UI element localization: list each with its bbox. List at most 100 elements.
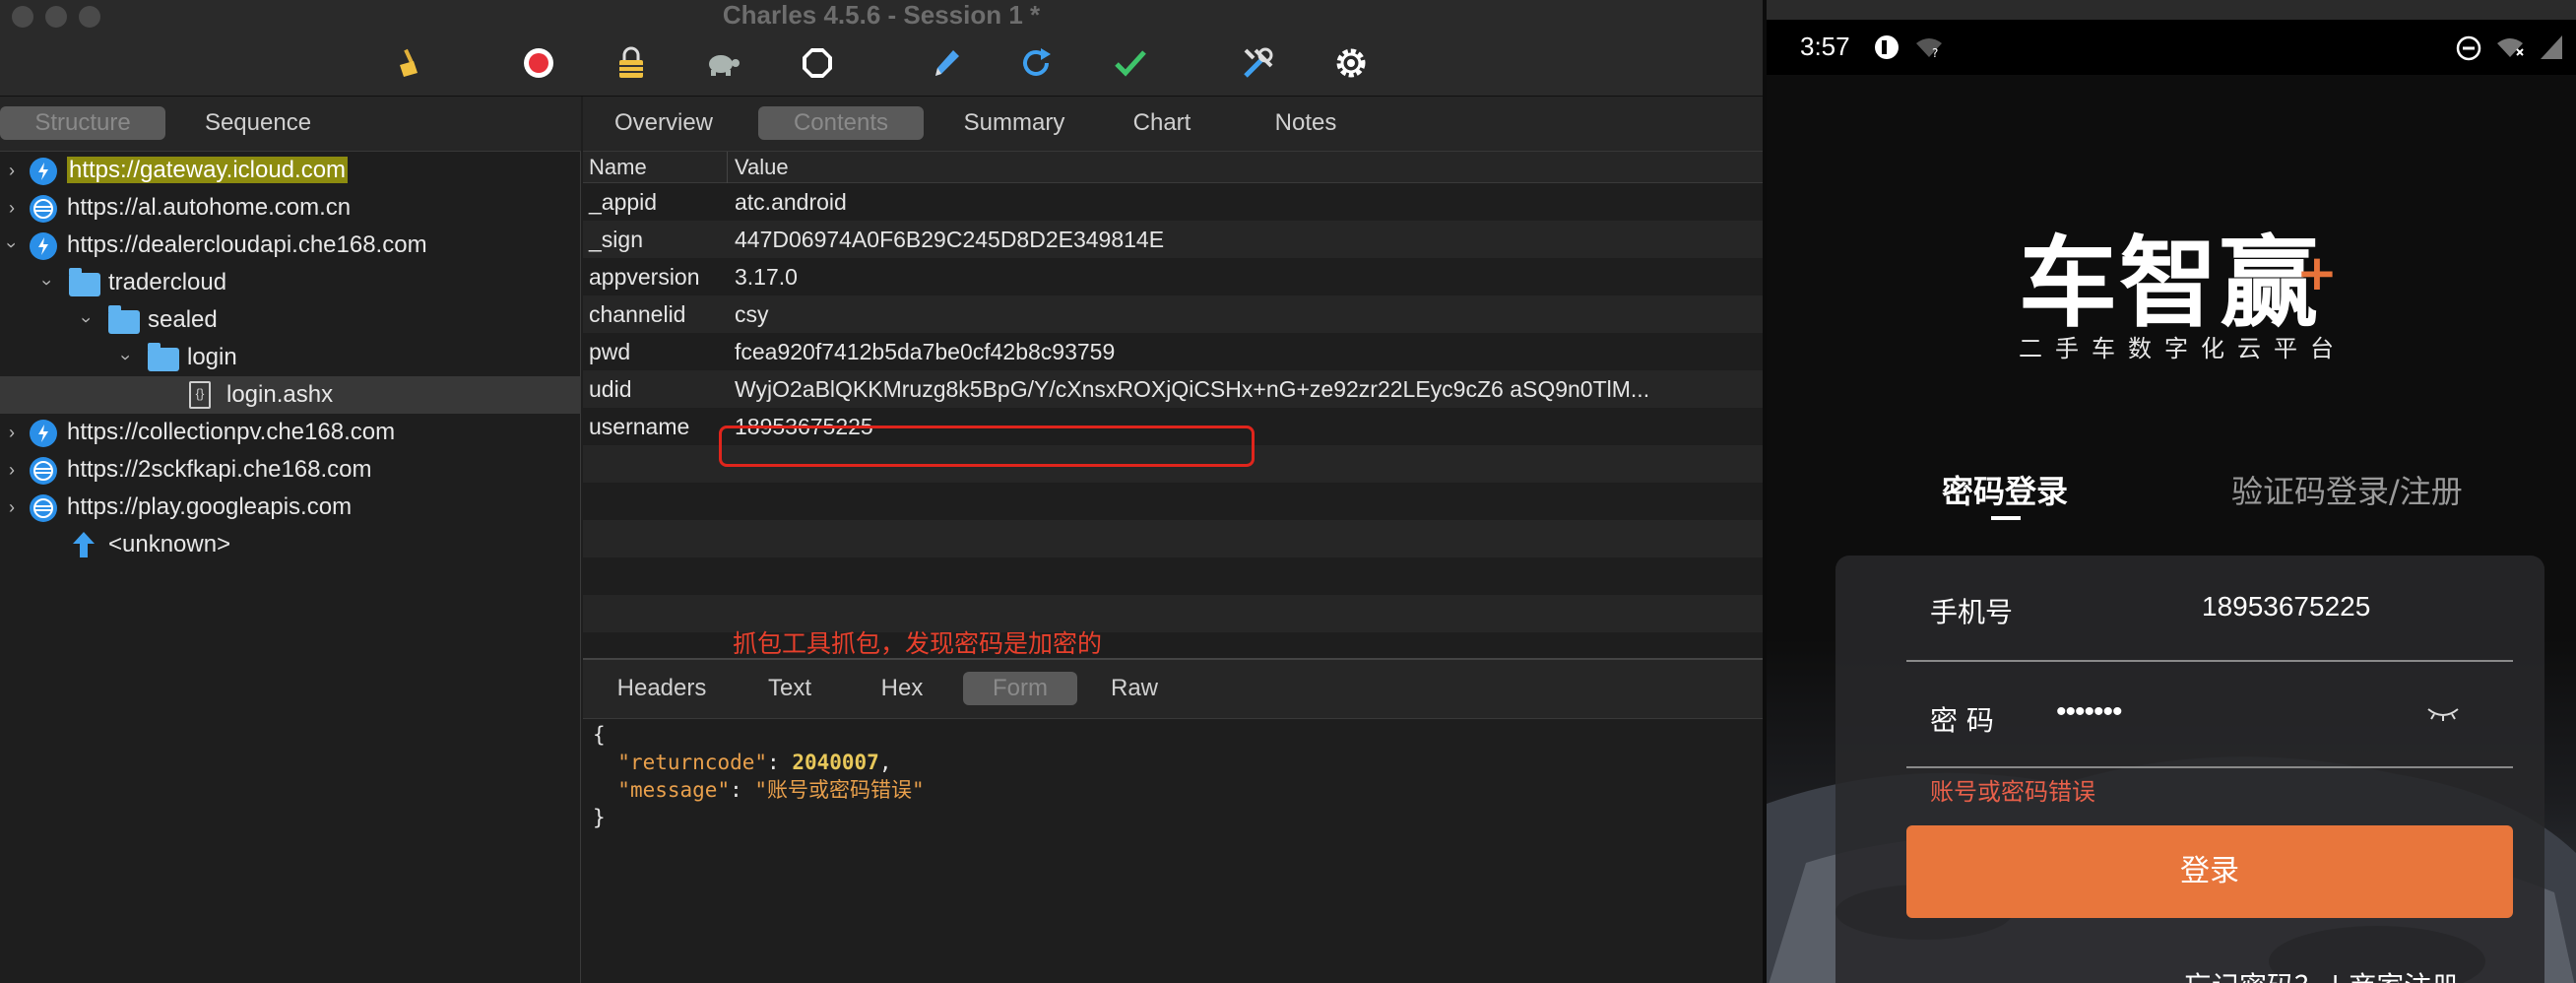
- folder-icon: [69, 268, 100, 296]
- tree-host-label: https://gateway.icloud.com: [67, 157, 349, 183]
- tree-folder-row[interactable]: › sealed: [0, 301, 581, 339]
- chevron-down-icon[interactable]: ›: [77, 310, 97, 330]
- tree-host-row[interactable]: › https://play.googleapis.com: [0, 489, 581, 526]
- tree-file-row[interactable]: {} login.ashx: [0, 376, 581, 414]
- table-row[interactable]: appversion 3.17.0: [583, 258, 1763, 295]
- stop-icon[interactable]: [798, 43, 837, 83]
- tree-host-label: https://dealercloudapi.che168.com: [67, 231, 427, 258]
- login-screen: 车智赢 + 二手车数字化云平台 密码登录 验证码登录/注册 手机号 189536…: [1767, 75, 2576, 983]
- tab-notes[interactable]: Notes: [1239, 106, 1373, 140]
- folder-icon: [108, 305, 140, 334]
- column-name-header[interactable]: Name: [589, 152, 647, 183]
- table-row[interactable]: udid WyjO2aBlQKKMruzg8k5BpG/Y/cXnsxROXjQ…: [583, 370, 1763, 408]
- record-icon[interactable]: [519, 43, 558, 83]
- chevron-right-icon[interactable]: ›: [2, 423, 22, 442]
- password-input[interactable]: •••••••: [2056, 695, 2123, 729]
- tree-folder-row[interactable]: › login: [0, 339, 581, 376]
- phone-input[interactable]: 18953675225: [2202, 591, 2370, 623]
- svg-text:?: ?: [1932, 46, 1938, 59]
- param-value: WyjO2aBlQKKMruzg8k5BpG/Y/cXnsxROXjQiCSHx…: [735, 376, 1650, 402]
- json-number: 2040007: [792, 751, 879, 774]
- tab-structure[interactable]: Structure: [0, 106, 165, 140]
- contents-panel: Overview Contents Summary Chart Notes Na…: [583, 97, 1763, 983]
- turtle-icon[interactable]: [703, 43, 742, 83]
- signal-icon: [2539, 33, 2564, 66]
- charles-window: Charles 4.5.6 - Session 1 * Structure Se…: [0, 0, 1763, 983]
- tab-contents[interactable]: Contents: [758, 106, 924, 140]
- emulator-titlebar: [1767, 0, 2576, 20]
- json-file-icon: {}: [189, 381, 211, 409]
- pen-icon[interactable]: [926, 43, 965, 83]
- lock-icon[interactable]: [612, 43, 651, 83]
- param-value: csy: [735, 301, 769, 327]
- table-row[interactable]: channelid csy: [583, 295, 1763, 333]
- tab-hex[interactable]: Hex: [853, 672, 951, 705]
- tab-password-login[interactable]: 密码登录: [1942, 467, 2068, 512]
- tree-host-row[interactable]: › https://collectionpv.che168.com: [0, 414, 581, 451]
- tree-file-label: login.ashx: [226, 381, 334, 408]
- chevron-right-icon[interactable]: ›: [2, 497, 22, 517]
- tree-folder-row[interactable]: › tradercloud: [0, 264, 581, 301]
- tab-raw[interactable]: Raw: [1085, 672, 1184, 705]
- refresh-icon[interactable]: [1016, 43, 1056, 83]
- tab-sms-login[interactable]: 验证码登录/注册: [2231, 467, 2463, 512]
- wifi-unknown-icon: ?: [1914, 35, 1944, 64]
- login-button[interactable]: 登录: [1906, 825, 2513, 918]
- active-tab-indicator: [1991, 516, 2021, 520]
- tree-host-label: https://2sckfkapi.che168.com: [67, 456, 372, 483]
- eye-closed-icon[interactable]: [2426, 705, 2460, 725]
- input-underline: [1906, 660, 2513, 662]
- tree-host-row[interactable]: › https://al.autohome.com.cn: [0, 189, 581, 227]
- app-notification-icon: [1873, 33, 1900, 66]
- title-bar: Charles 4.5.6 - Session 1 *: [0, 0, 1763, 97]
- chevron-right-icon[interactable]: ›: [2, 460, 22, 480]
- logo-plus-mark: +: [2296, 244, 2338, 301]
- globe-icon: [30, 195, 57, 223]
- param-name: pwd: [589, 339, 631, 364]
- tree-unknown-row[interactable]: <unknown>: [0, 526, 581, 563]
- annotation-text: 抓包工具抓包，发现密码是加密的: [733, 629, 1103, 658]
- status-bar: 3:57 ?: [1767, 20, 2576, 75]
- tab-summary[interactable]: Summary: [947, 106, 1081, 140]
- json-key: "returncode": [617, 751, 768, 774]
- app-slogan: 二手车数字化云平台: [2019, 335, 2347, 362]
- tab-headers[interactable]: Headers: [597, 672, 727, 705]
- app-logo: 车智赢: [2019, 226, 2320, 341]
- chevron-right-icon[interactable]: ›: [2, 198, 22, 218]
- tree-folder-label: tradercloud: [108, 269, 227, 295]
- tab-text[interactable]: Text: [741, 672, 839, 705]
- param-value: 447D06974A0F6B29C245D8D2E349814E: [735, 227, 1165, 252]
- chevron-down-icon[interactable]: ›: [116, 348, 136, 367]
- folder-icon: [148, 343, 179, 371]
- tree-host-row[interactable]: › https://gateway.icloud.com: [0, 152, 581, 189]
- chevron-down-icon[interactable]: ›: [37, 273, 57, 293]
- broom-icon[interactable]: [390, 43, 429, 83]
- param-name: udid: [589, 376, 632, 402]
- phone-field-label: 手机号: [1930, 596, 2014, 628]
- chevron-down-icon[interactable]: ›: [2, 235, 22, 255]
- column-value-header[interactable]: Value: [735, 152, 789, 183]
- response-json[interactable]: { "returncode": 2040007, "message": "账号或…: [593, 721, 925, 831]
- response-view-tabs: Headers Text Hex Form Raw: [583, 658, 1763, 719]
- view-mode-tabs: Structure Sequence: [0, 97, 581, 152]
- tab-chart[interactable]: Chart: [1095, 106, 1229, 140]
- forgot-password-link[interactable]: 忘记密码？ | 商家注册: [2184, 965, 2459, 983]
- table-row[interactable]: _appid atc.android: [583, 183, 1763, 221]
- tab-form[interactable]: Form: [963, 672, 1077, 705]
- tree-host-row[interactable]: › https://dealercloudapi.che168.com: [0, 227, 581, 264]
- table-row[interactable]: _sign 447D06974A0F6B29C245D8D2E349814E: [583, 221, 1763, 258]
- tree-host-label: https://play.googleapis.com: [67, 493, 353, 520]
- param-value: atc.android: [735, 189, 847, 215]
- tools-icon[interactable]: [1239, 43, 1278, 83]
- chevron-right-icon[interactable]: ›: [2, 161, 22, 180]
- tab-overview[interactable]: Overview: [597, 106, 731, 140]
- table-row[interactable]: pwd fcea920f7412b5da7be0cf42b8c93759: [583, 333, 1763, 370]
- check-icon[interactable]: [1111, 43, 1150, 83]
- gear-icon[interactable]: [1331, 43, 1371, 83]
- status-time: 3:57: [1800, 32, 1850, 61]
- empty-row: [583, 520, 1763, 557]
- tree-host-row[interactable]: › https://2sckfkapi.che168.com: [0, 451, 581, 489]
- tree-host-label: https://al.autohome.com.cn: [67, 194, 352, 221]
- structure-panel: Structure Sequence › https://gateway.icl…: [0, 97, 581, 983]
- tab-sequence[interactable]: Sequence: [175, 106, 341, 140]
